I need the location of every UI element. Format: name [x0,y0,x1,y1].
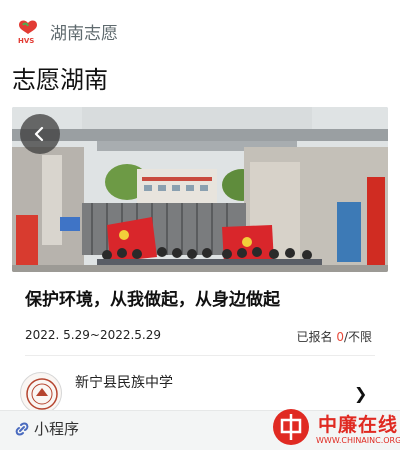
divider [25,355,375,356]
back-button[interactable] [20,114,60,154]
top-bar: HVS 湖南志愿 [0,0,400,62]
watermark-logo [273,409,309,445]
organizer-name[interactable]: 新宁县民族中学 [75,372,173,392]
organizer-avatar[interactable] [20,372,62,414]
chevron-right-icon[interactable]: ❯ [354,384,367,403]
watermark-brand: 中廉在线 [318,414,399,436]
signup-status: 已报名 0/不限 [296,328,372,345]
event-title: 保护环境，从我做起，从身边做起 [25,290,280,310]
svg-text:HVS: HVS [18,37,34,44]
signup-count: 0 [336,330,344,344]
app-name: 湖南志愿 [50,24,118,44]
event-date-range: 2022. 5.29~2022.5.29 [25,328,162,342]
app-logo: HVS [18,20,37,44]
link-icon[interactable] [14,421,30,437]
chevron-left-icon [34,126,44,142]
watermark-url: WWW.CHINAINC.ORG.CN [316,436,400,445]
signup-limit: /不限 [343,330,372,344]
page-title: 志愿湖南 [12,66,108,94]
signup-label: 已报名 [296,330,337,344]
hero-image [12,107,388,272]
mini-program-label[interactable]: 小程序 [34,418,79,439]
